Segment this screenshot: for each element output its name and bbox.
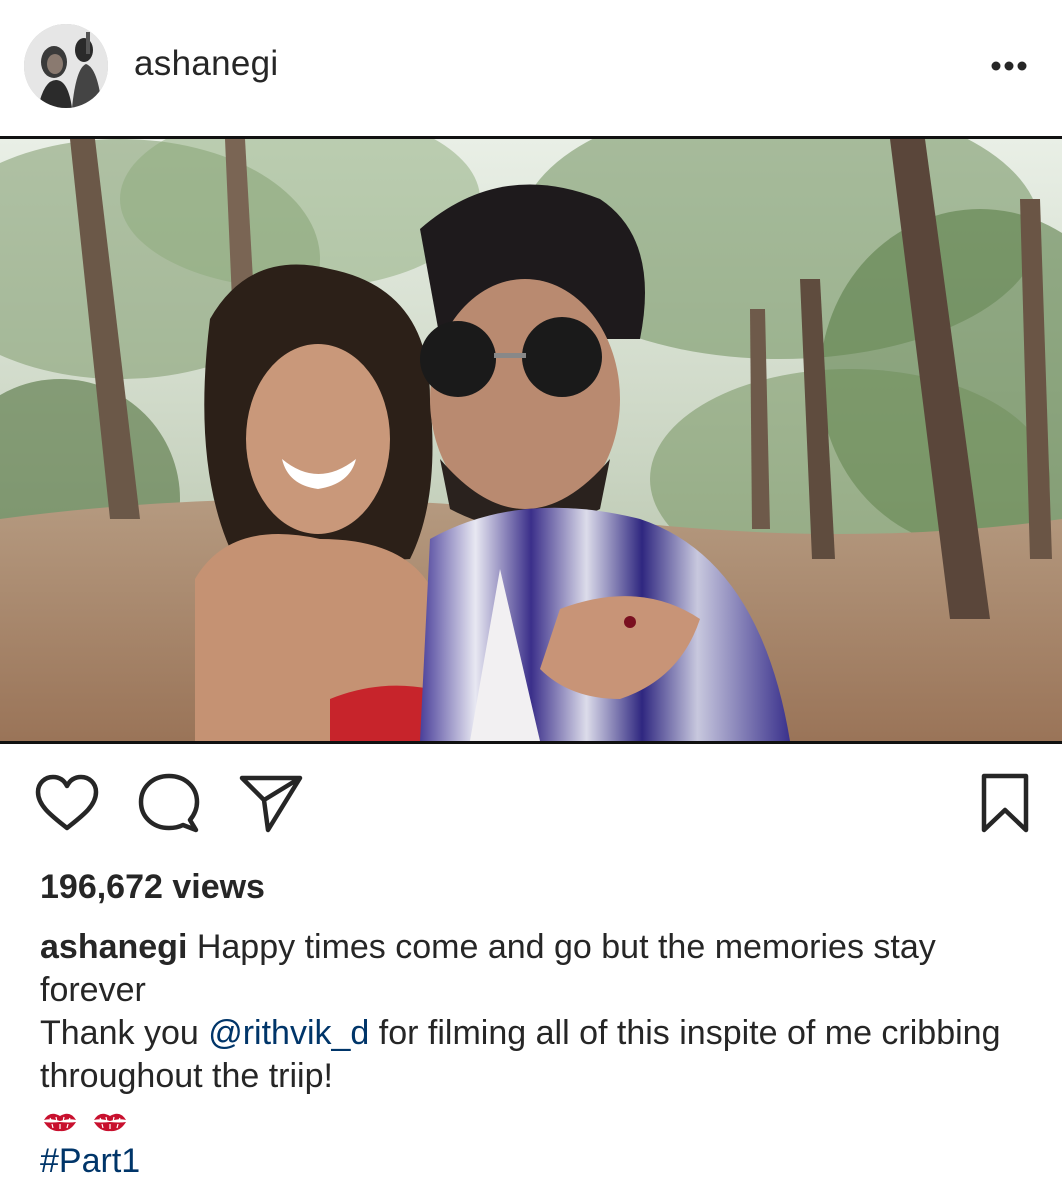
kiss-mark-icon <box>44 1113 76 1132</box>
hashtag-link[interactable]: #Part1 <box>40 1142 140 1180</box>
caption-line-2: Thank you @rithvik_d for filming all of … <box>40 1012 1030 1098</box>
caption-line-1: ashanegi Happy times come and go but the… <box>40 926 1030 1012</box>
video-frame-image <box>0 139 1062 741</box>
like-button[interactable] <box>32 768 102 842</box>
post-username[interactable]: ashanegi <box>134 44 278 84</box>
comment-button[interactable] <box>134 768 204 842</box>
more-options-button[interactable] <box>984 48 1034 84</box>
comment-icon <box>138 773 200 833</box>
more-options-icon <box>991 61 1027 71</box>
kiss-mark-icon <box>94 1113 126 1132</box>
post-header: ashanegi <box>0 0 1062 136</box>
view-count[interactable]: 196,672 views <box>40 868 265 907</box>
caption-hashtag-line: #Part1 <box>40 1140 1030 1183</box>
post-video[interactable] <box>0 136 1062 744</box>
action-bar <box>0 768 1062 848</box>
save-button[interactable] <box>970 768 1040 842</box>
emoji-row <box>40 1102 1030 1140</box>
mention-link[interactable]: @rithvik_d <box>208 1014 369 1052</box>
caption-text-2-before: Thank you <box>40 1014 209 1052</box>
bookmark-icon <box>981 773 1029 833</box>
share-button[interactable] <box>236 768 306 842</box>
avatar[interactable] <box>24 24 108 108</box>
paper-plane-icon <box>239 775 303 833</box>
heart-icon <box>35 774 99 831</box>
avatar-photo <box>24 24 108 108</box>
caption-username[interactable]: ashanegi <box>40 928 187 966</box>
post-caption: ashanegi Happy times come and go but the… <box>40 926 1030 1183</box>
